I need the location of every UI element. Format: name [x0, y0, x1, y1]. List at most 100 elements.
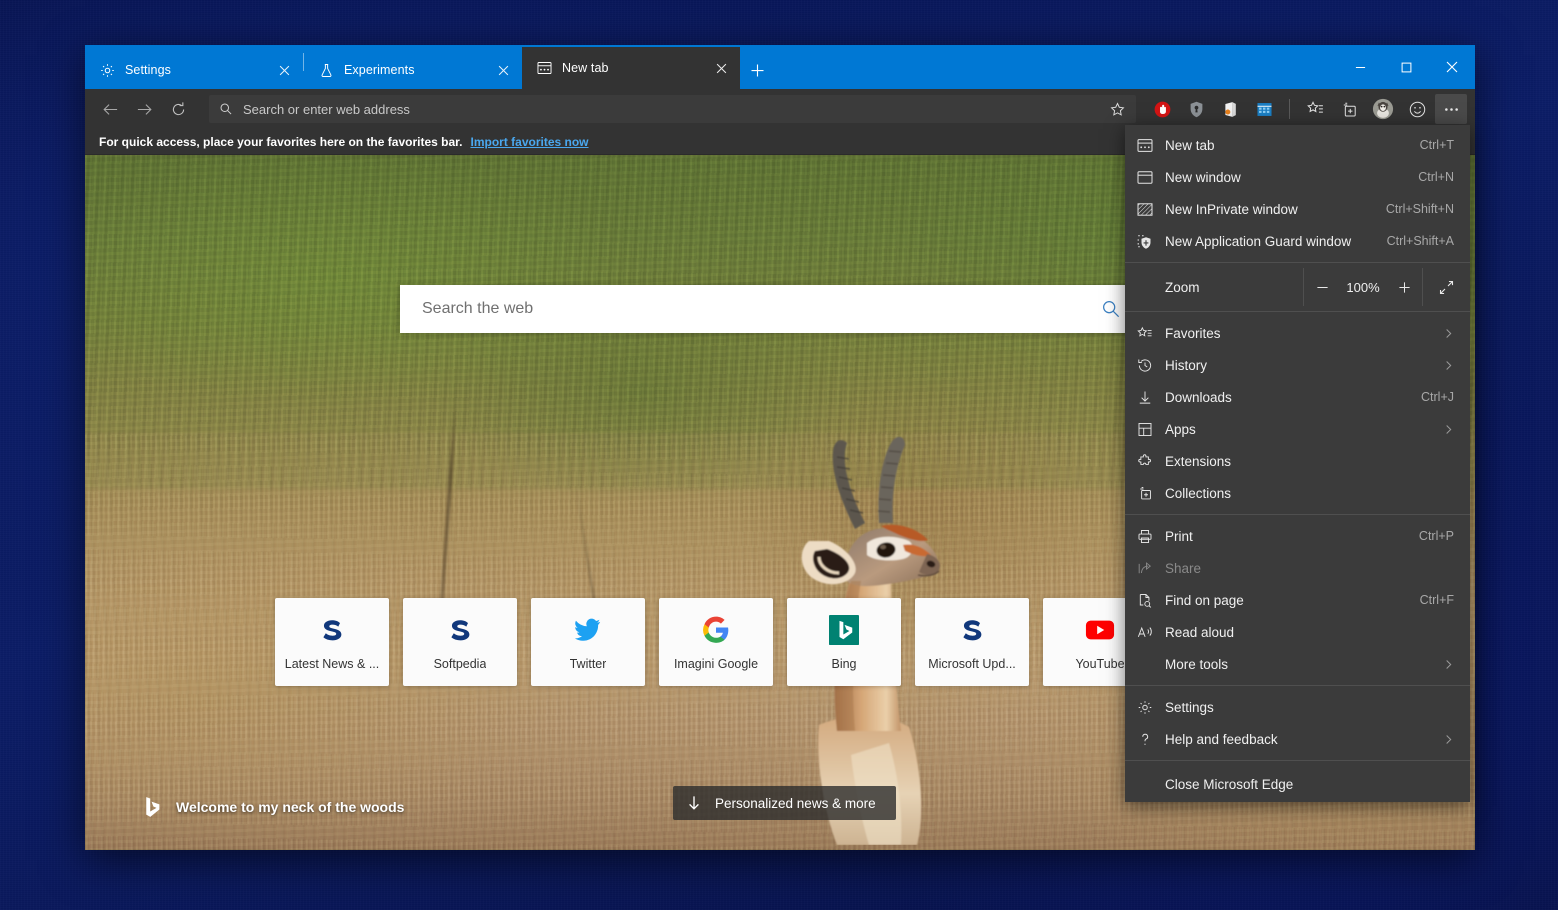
refresh-icon[interactable]: [161, 94, 195, 124]
menu-item-downloads[interactable]: Downloads Ctrl+J: [1125, 381, 1470, 413]
tile-latest-news[interactable]: Latest News & ...: [275, 598, 389, 686]
zoom-label: Zoom: [1165, 279, 1200, 295]
import-favorites-link[interactable]: Import favorites now: [470, 135, 588, 149]
window-controls: [1337, 45, 1475, 89]
downloads-arrow-icon: [1137, 390, 1165, 405]
history-clock-icon: [1137, 358, 1165, 373]
newtab-page-icon: [536, 60, 552, 76]
zoom-value: 100%: [1346, 279, 1380, 295]
menu-item-shortcut: Ctrl+T: [1419, 138, 1454, 152]
read-aloud-icon: [1137, 625, 1165, 640]
gear-icon: [1137, 700, 1165, 715]
menu-item-shortcut: Ctrl+Shift+A: [1386, 234, 1454, 248]
new-tab-button[interactable]: [740, 51, 774, 89]
menu-separator: [1125, 760, 1470, 761]
print-icon: [1137, 529, 1165, 544]
tab-close-icon[interactable]: [273, 59, 295, 81]
tab-settings[interactable]: Settings: [85, 51, 303, 89]
password-manager-extension-icon[interactable]: [1180, 94, 1212, 124]
toolbar-separator: [1289, 99, 1290, 119]
adblock-extension-icon[interactable]: [1146, 94, 1178, 124]
chevron-right-icon: [1443, 424, 1454, 435]
tab-close-icon[interactable]: [710, 57, 732, 79]
tab-experiments[interactable]: Experiments: [304, 51, 522, 89]
calendar-extension-icon[interactable]: [1248, 94, 1280, 124]
tile-twitter[interactable]: Twitter: [531, 598, 645, 686]
chevron-right-icon: [1443, 659, 1454, 670]
menu-item-new-tab[interactable]: New tab Ctrl+T: [1125, 129, 1470, 161]
tile-label: Bing: [831, 657, 857, 671]
menu-item-favorites[interactable]: Favorites: [1125, 317, 1470, 349]
welcome-text: Welcome to my neck of the woods: [176, 799, 405, 815]
menu-item-new-application-guard-window[interactable]: New Application Guard window Ctrl+Shift+…: [1125, 225, 1470, 257]
menu-item-help-and-feedback[interactable]: Help and feedback: [1125, 723, 1470, 755]
menu-separator: [1125, 514, 1470, 515]
chevron-right-icon: [1443, 734, 1454, 745]
chevron-right-icon: [1443, 328, 1454, 339]
youtube-play-logo: [1085, 613, 1115, 647]
favorites-bar-message: For quick access, place your favorites h…: [99, 134, 463, 149]
fullscreen-button[interactable]: [1422, 268, 1470, 306]
menu-item-apps[interactable]: Apps: [1125, 413, 1470, 445]
tile-microsoft-update[interactable]: Microsoft Upd...: [915, 598, 1029, 686]
more-ellipsis-icon[interactable]: [1435, 94, 1467, 124]
menu-item-label: Settings: [1165, 699, 1214, 715]
news-button-label: Personalized news & more: [715, 795, 876, 811]
menu-item-extensions[interactable]: Extensions: [1125, 445, 1470, 477]
back-arrow-icon[interactable]: [93, 94, 127, 124]
menu-item-shortcut: Ctrl+N: [1418, 170, 1454, 184]
forward-arrow-icon[interactable]: [127, 94, 161, 124]
address-input[interactable]: Search or enter web address: [243, 102, 1104, 117]
zoom-in-button[interactable]: [1386, 281, 1422, 294]
tab-new-tab[interactable]: New tab: [522, 47, 740, 89]
collections-icon[interactable]: [1333, 94, 1365, 124]
menu-item-find-on-page[interactable]: Find on page Ctrl+F: [1125, 584, 1470, 616]
tile-bing[interactable]: Bing: [787, 598, 901, 686]
menu-item-read-aloud[interactable]: Read aloud: [1125, 616, 1470, 648]
personalized-news-button[interactable]: Personalized news & more: [673, 786, 896, 820]
menu-item-more-tools[interactable]: More tools: [1125, 648, 1470, 680]
close-button[interactable]: [1429, 45, 1475, 89]
menu-item-label: More tools: [1165, 656, 1229, 672]
menu-item-settings[interactable]: Settings: [1125, 691, 1470, 723]
tile-label: Microsoft Upd...: [928, 657, 1016, 671]
star-outline-icon[interactable]: [1104, 96, 1130, 122]
profile-avatar-icon[interactable]: [1367, 94, 1399, 124]
tile-softpedia[interactable]: Softpedia: [403, 598, 517, 686]
menu-zoom-row: Zoom 100%: [1125, 268, 1470, 306]
favorites-star-list-icon[interactable]: [1299, 94, 1331, 124]
menu-item-new-inprivate-window[interactable]: New InPrivate window Ctrl+Shift+N: [1125, 193, 1470, 225]
menu-item-print[interactable]: Print Ctrl+P: [1125, 520, 1470, 552]
menu-item-collections[interactable]: Collections: [1125, 477, 1470, 509]
menu-separator: [1125, 685, 1470, 686]
menu-item-shortcut: Ctrl+Shift+N: [1385, 202, 1454, 216]
web-search-box[interactable]: Search the web: [400, 285, 1135, 333]
smiley-feedback-icon[interactable]: [1401, 94, 1433, 124]
web-search-input[interactable]: Search the web: [422, 300, 1101, 318]
share-icon: [1137, 561, 1165, 576]
menu-item-close-microsoft-edge[interactable]: Close Microsoft Edge: [1125, 766, 1470, 802]
menu-item-label: New Application Guard window: [1165, 233, 1352, 249]
tile-label: YouTube: [1075, 657, 1125, 671]
extensions-puzzle-icon: [1137, 453, 1165, 469]
softpedia-s-logo: [317, 613, 347, 647]
address-bar[interactable]: Search or enter web address: [209, 95, 1136, 123]
menu-item-label: Apps: [1165, 421, 1196, 437]
maximize-button[interactable]: [1383, 45, 1429, 89]
tab-strip: Settings Experiments New tab: [85, 45, 1337, 89]
menu-item-label: Collections: [1165, 485, 1232, 501]
menu-item-label: New tab: [1165, 137, 1215, 153]
zoom-out-button[interactable]: [1304, 281, 1340, 294]
down-arrow-icon: [687, 795, 701, 811]
menu-item-shortcut: Ctrl+P: [1418, 529, 1454, 543]
office-extension-icon[interactable]: [1214, 94, 1246, 124]
tab-close-icon[interactable]: [492, 59, 514, 81]
application-guard-icon: [1137, 234, 1165, 249]
magnifier-icon[interactable]: [1101, 299, 1121, 319]
menu-item-history[interactable]: History: [1125, 349, 1470, 381]
menu-item-new-window[interactable]: New window Ctrl+N: [1125, 161, 1470, 193]
softpedia-s-logo: [445, 613, 475, 647]
tile-imagini-google[interactable]: Imagini Google: [659, 598, 773, 686]
tab-label: Settings: [125, 63, 171, 77]
minimize-button[interactable]: [1337, 45, 1383, 89]
